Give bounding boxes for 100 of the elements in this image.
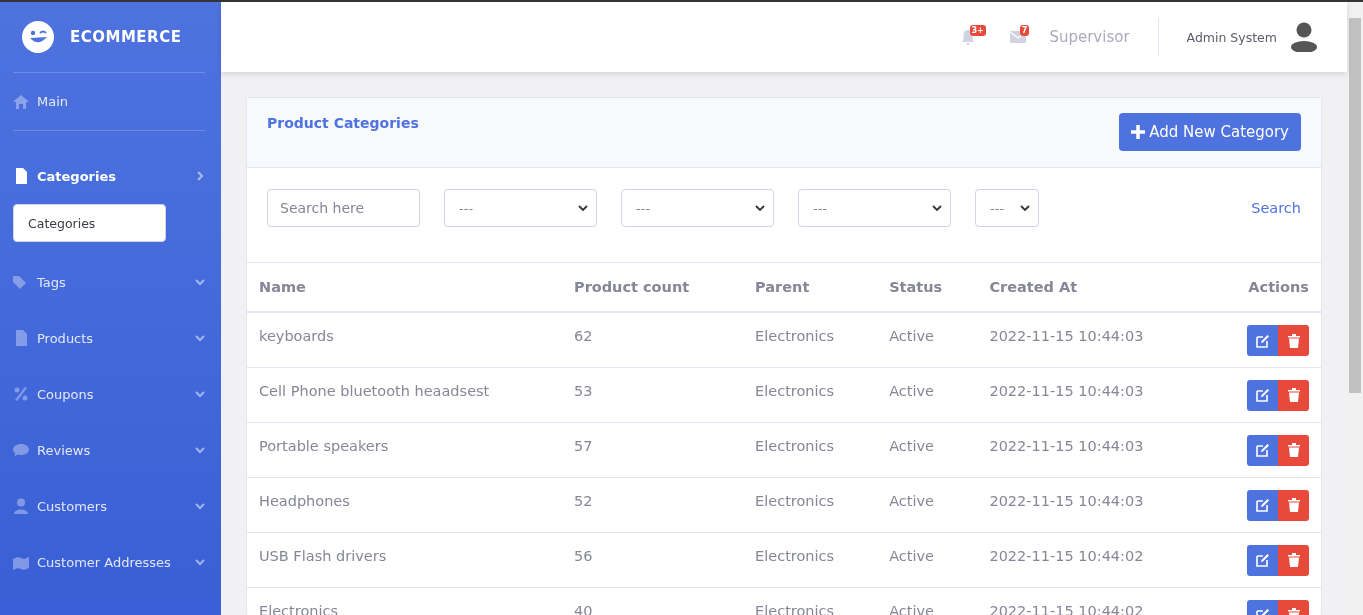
map-icon	[13, 554, 29, 570]
edit-button[interactable]	[1247, 434, 1278, 466]
edit-icon	[1255, 388, 1270, 402]
table-cell: 62	[574, 328, 593, 344]
table-cell: 2022-11-15 10:44:02	[989, 547, 1144, 564]
delete-button[interactable]	[1278, 434, 1309, 466]
table-cell: Electronics	[755, 547, 835, 564]
file-icon	[13, 168, 29, 184]
filter-dropdown[interactable]: ---	[975, 189, 1039, 227]
table-cell: 2022-11-15 10:44:03	[989, 328, 1144, 344]
sidebar-item[interactable]: Reviews	[13, 422, 205, 478]
table-cell: Electronics	[755, 382, 835, 399]
card-title: Product Categories	[267, 115, 419, 131]
chevron-down-icon	[195, 389, 205, 399]
table-cell: 2022-11-15 10:44:03	[989, 492, 1144, 509]
trash-icon	[1287, 498, 1300, 512]
sidebar-item[interactable]: Tags	[13, 254, 205, 310]
table-cell: keyboards	[259, 328, 334, 344]
submenu-item[interactable]: Categories	[13, 204, 166, 242]
table-cell: 2022-11-15 10:44:03	[989, 437, 1144, 454]
filter-dropdown[interactable]: ---	[444, 189, 597, 227]
table-cell: Headphones	[259, 492, 350, 509]
plus-icon	[1131, 125, 1146, 139]
table-cell: USB Flash drivers	[259, 547, 387, 564]
edit-button[interactable]	[1247, 379, 1278, 411]
table-cell: Electronics	[755, 328, 835, 344]
edit-button[interactable]	[1247, 544, 1278, 576]
table-cell: 56	[574, 547, 593, 564]
chevron-down-icon	[195, 333, 205, 343]
chevron-down-icon	[932, 203, 942, 213]
column-header: Actions	[1248, 279, 1309, 295]
column-header: Parent	[755, 279, 810, 295]
edit-icon	[1255, 553, 1270, 567]
chevron-right-icon	[195, 171, 205, 181]
table-cell: Active	[889, 328, 934, 344]
search-field[interactable]: Search here	[267, 189, 420, 227]
table-cell: 57	[574, 437, 593, 454]
user-icon	[13, 498, 29, 514]
chevron-down-icon	[195, 277, 205, 287]
table-cell: 2022-11-15 10:44:02	[989, 602, 1144, 615]
delete-button[interactable]	[1278, 325, 1309, 356]
edit-button[interactable]	[1247, 489, 1278, 521]
chevron-down-icon	[578, 203, 588, 213]
table-cell: 53	[574, 382, 593, 399]
percent-icon	[13, 386, 29, 402]
user-silhouette-icon[interactable]	[1291, 22, 1317, 52]
notification-badge: 3+	[969, 24, 986, 36]
table-cell: Electronics	[755, 437, 835, 454]
scrollbar-thumb[interactable]	[1349, 18, 1361, 393]
table-cell: 2022-11-15 10:44:03	[989, 382, 1144, 399]
sidebar-item[interactable]: Customer Addresses	[13, 534, 205, 590]
table-cell: Electronics	[259, 602, 339, 615]
table-cell: Active	[889, 602, 934, 615]
column-header: Created At	[989, 279, 1078, 295]
delete-button[interactable]	[1278, 489, 1309, 521]
sidebar-item[interactable]: Coupons	[13, 366, 205, 422]
edit-icon	[1255, 333, 1270, 348]
brand-name: ECOMMERCE	[70, 28, 182, 46]
chevron-down-icon	[755, 203, 765, 213]
delete-button[interactable]	[1278, 544, 1309, 576]
chevron-down-icon	[1020, 203, 1030, 213]
chevron-down-icon	[195, 445, 205, 455]
column-header: Name	[259, 279, 306, 295]
table-cell: Active	[889, 547, 934, 564]
table-cell: 52	[574, 492, 593, 509]
table-cell: Active	[889, 382, 934, 399]
search-link[interactable]: Search	[1251, 189, 1301, 227]
trash-icon	[1287, 553, 1300, 567]
trash-icon	[1287, 388, 1300, 402]
add-category-button[interactable]: Add New Category	[1119, 113, 1301, 151]
table-cell: Electronics	[755, 602, 835, 615]
sidebar-item[interactable]: Main	[13, 73, 205, 130]
filter-dropdown[interactable]: ---	[798, 189, 951, 227]
message-badge: 7	[1019, 24, 1030, 36]
sidebar-item[interactable]: Customers	[13, 478, 205, 534]
trash-icon	[1287, 333, 1300, 348]
smiley-logo-icon	[22, 21, 54, 53]
home-icon	[13, 93, 29, 110]
user-role: Supervisor	[1049, 28, 1130, 46]
edit-icon	[1255, 498, 1270, 512]
comment-icon	[13, 442, 29, 458]
chevron-down-icon	[195, 501, 205, 511]
filter-dropdown[interactable]: ---	[621, 189, 774, 227]
tags-icon	[13, 274, 29, 290]
edit-icon	[1255, 443, 1270, 457]
chevron-down-icon	[195, 557, 205, 567]
user-name[interactable]: Admin System	[1186, 29, 1277, 45]
table-cell: Cell Phone bluetooth heaadsest	[259, 382, 490, 399]
delete-button[interactable]	[1278, 379, 1309, 411]
file-icon	[13, 330, 29, 346]
trash-icon	[1287, 443, 1300, 457]
table-cell: Active	[889, 492, 934, 509]
column-header: Product count	[574, 279, 690, 295]
envelope-icon[interactable]	[1009, 31, 1026, 43]
table-cell: Active	[889, 437, 934, 454]
sidebar-item[interactable]: Products	[13, 310, 205, 366]
table-cell: Portable speakers	[259, 437, 389, 454]
column-header: Status	[889, 279, 943, 295]
sidebar-item[interactable]: Categories	[13, 148, 205, 204]
edit-button[interactable]	[1247, 325, 1278, 356]
